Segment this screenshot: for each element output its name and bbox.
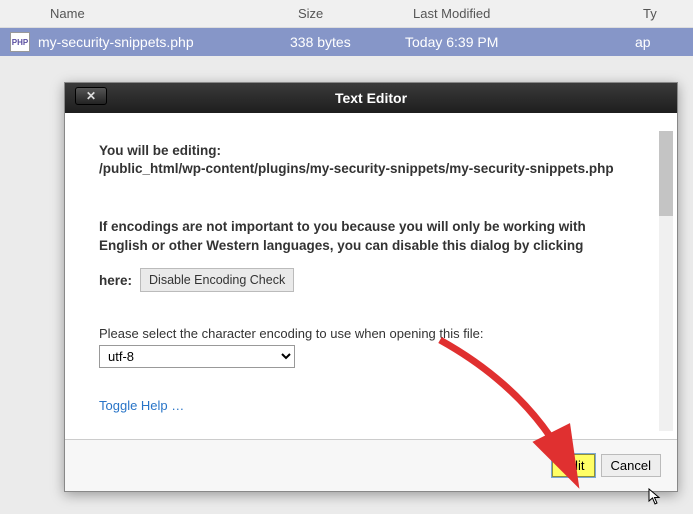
scrollbar-thumb[interactable] [659, 131, 673, 216]
dialog-footer: Edit Cancel [65, 439, 677, 491]
scrollbar[interactable] [659, 131, 673, 431]
cancel-button[interactable]: Cancel [601, 454, 661, 477]
table-row[interactable]: PHP my-security-snippets.php 338 bytes T… [0, 28, 693, 56]
dialog-title: Text Editor [335, 90, 407, 106]
close-icon: ✕ [86, 89, 96, 103]
editing-path: /public_html/wp-content/plugins/my-secur… [99, 160, 619, 178]
col-header-size[interactable]: Size [298, 6, 413, 21]
text-editor-dialog: ✕ Text Editor You will be editing: /publ… [64, 82, 678, 492]
dialog-body: You will be editing: /public_html/wp-con… [65, 113, 677, 439]
encoding-select[interactable]: utf-8 [99, 345, 295, 368]
edit-button[interactable]: Edit [552, 454, 594, 477]
php-file-icon: PHP [10, 32, 30, 52]
cell-lastmodified: Today 6:39 PM [405, 34, 635, 50]
close-button[interactable]: ✕ [75, 87, 107, 105]
editing-label: You will be editing: [99, 143, 637, 158]
file-table-header: Name Size Last Modified Ty [0, 0, 693, 28]
col-header-name[interactable]: Name [0, 6, 298, 21]
cell-size: 338 bytes [290, 34, 405, 50]
toggle-help-link[interactable]: Toggle Help … [99, 398, 184, 413]
dialog-titlebar[interactable]: ✕ Text Editor [65, 83, 677, 113]
encoding-select-label: Please select the character encoding to … [99, 326, 637, 341]
col-header-type[interactable]: Ty [643, 6, 693, 21]
encoding-message: If encodings are not important to you be… [99, 218, 637, 256]
here-label: here: [99, 273, 132, 288]
cell-name: my-security-snippets.php [38, 34, 290, 50]
disable-encoding-check-button[interactable]: Disable Encoding Check [140, 268, 294, 292]
col-header-lastmodified[interactable]: Last Modified [413, 6, 643, 21]
cell-type: ap [635, 34, 693, 50]
